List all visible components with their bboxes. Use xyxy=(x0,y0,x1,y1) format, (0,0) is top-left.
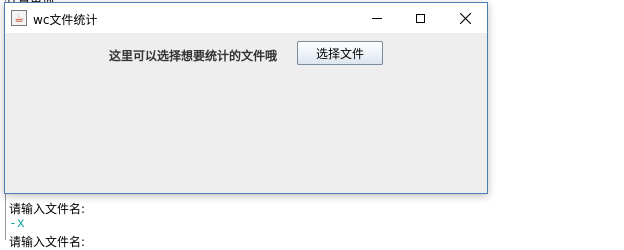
close-icon xyxy=(460,12,471,24)
console-line: 请输入文件名: xyxy=(9,235,86,249)
content-panel: 这里可以选择想要统计的文件哦 选择文件 xyxy=(5,33,487,193)
choose-file-button[interactable]: 选择文件 xyxy=(297,41,383,65)
close-button[interactable] xyxy=(443,3,488,33)
title-bar[interactable]: ☕ wc文件统计 xyxy=(5,3,487,33)
app-window: ☕ wc文件统计 这里可以选择想要统计的文件哦 选择文件 xyxy=(4,2,488,194)
maximize-button[interactable] xyxy=(398,3,443,33)
console-line: 请输入文件名: xyxy=(9,202,86,216)
minimize-button[interactable] xyxy=(354,3,399,33)
java-icon: ☕ xyxy=(11,10,27,26)
prompt-label: 这里可以选择想要统计的文件哦 xyxy=(109,49,278,63)
maximize-icon xyxy=(416,13,425,23)
console-input-line: -x xyxy=(9,216,25,231)
minimize-icon xyxy=(371,17,382,19)
window-title: wc文件统计 xyxy=(33,13,98,27)
